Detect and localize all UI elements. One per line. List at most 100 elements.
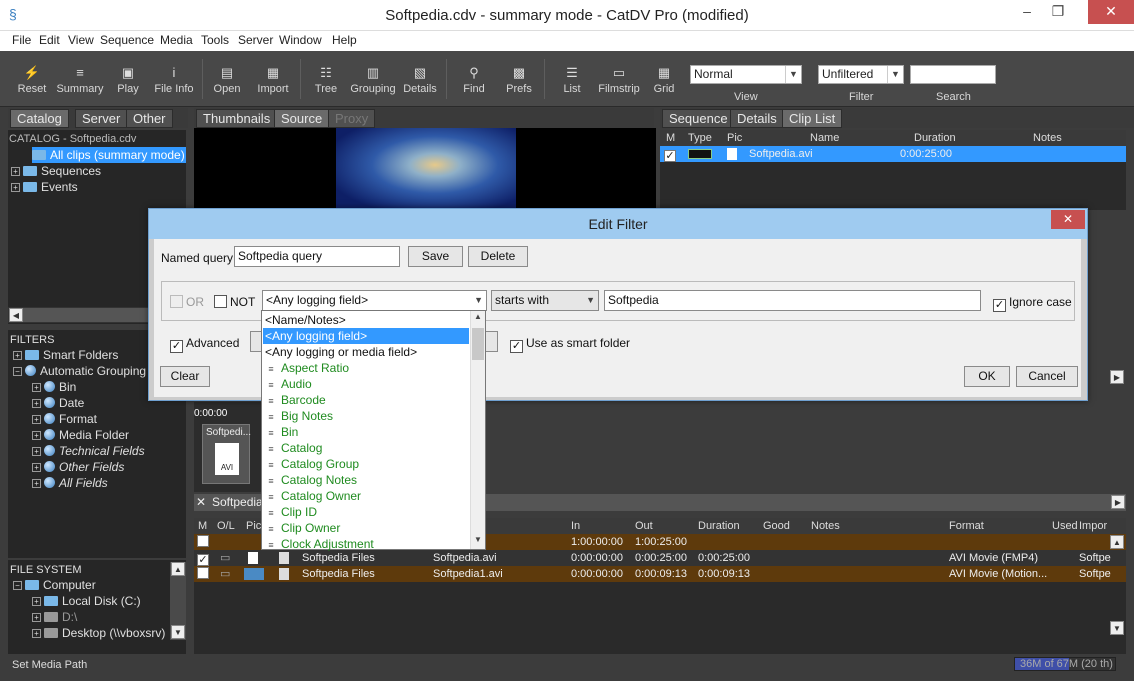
dropdown-option[interactable]: <Any logging field> — [263, 328, 469, 344]
grid-button[interactable]: ▦ Grid — [650, 55, 678, 105]
not-checkbox[interactable]: NOT — [214, 295, 255, 309]
minimize-icon[interactable]: – — [1012, 0, 1042, 24]
dropdown-option[interactable]: ≡ Barcode — [263, 392, 469, 408]
tab-details[interactable]: Details — [730, 109, 784, 128]
scroll-up-icon[interactable]: ▲ — [1110, 535, 1124, 549]
menu-help[interactable]: Help — [332, 33, 357, 47]
close-icon[interactable]: ✕ — [1088, 0, 1134, 24]
menu-view[interactable]: View — [68, 33, 94, 47]
dropdown-option[interactable]: ≡ Clip ID — [263, 504, 469, 520]
list-button[interactable]: ☰ List — [558, 55, 586, 105]
clip-thumbnail[interactable]: Softpedi... AVI — [202, 424, 251, 484]
clip-list-row[interactable]: ✓ Softpedia.avi 0:00:25:00 — [660, 146, 1126, 162]
menu-file[interactable]: File — [12, 33, 31, 47]
table-row[interactable]: ✓ ▭ Softpedia Files Softpedia.avi 0:00:0… — [194, 550, 1126, 566]
field-select[interactable]: <Any logging field> ▼ — [262, 290, 487, 311]
hidden-button[interactable] — [485, 331, 498, 352]
fs-computer[interactable]: − Computer — [13, 577, 96, 593]
ignore-case-checkbox[interactable]: ✓ Ignore case — [993, 295, 1072, 312]
scroll-down-icon[interactable]: ▼ — [472, 535, 484, 547]
menu-server[interactable]: Server — [238, 33, 273, 47]
play-button[interactable]: ▣ Play — [112, 55, 144, 105]
cancel-button[interactable]: Cancel — [1016, 366, 1078, 387]
tab-source[interactable]: Source — [274, 109, 330, 128]
filter-select[interactable]: Unfiltered ▼ — [818, 65, 904, 84]
dialog-close-icon[interactable]: ✕ — [1051, 210, 1085, 229]
summary-button[interactable]: ≡ Summary — [56, 55, 104, 105]
dropdown-option[interactable]: ≡ Big Notes — [263, 408, 469, 424]
reset-button[interactable]: ⚡ Reset — [14, 55, 50, 105]
filter-format[interactable]: + Format — [32, 411, 97, 427]
tab-thumbnails[interactable]: Thumbnails — [196, 109, 278, 128]
dropdown-option[interactable]: ≡ Clock Adjustment — [263, 536, 469, 552]
file-info-button[interactable]: i File Info — [152, 55, 196, 105]
or-checkbox[interactable]: OR — [170, 295, 204, 309]
video-preview[interactable] — [194, 128, 656, 210]
filter-smart-folders[interactable]: + Smart Folders — [13, 347, 118, 363]
menu-sequence[interactable]: Sequence — [100, 33, 154, 47]
scroll-right-icon[interactable]: ▶ — [1111, 495, 1125, 509]
menu-window[interactable]: Window — [279, 33, 322, 47]
filter-technical-fields[interactable]: + Technical Fields — [32, 443, 145, 459]
import-button[interactable]: ▦ Import — [254, 55, 292, 105]
catalog-item-sequences[interactable]: + Sequences — [11, 163, 101, 179]
find-button[interactable]: ⚲ Find — [460, 55, 488, 105]
tab-proxy[interactable]: Proxy — [328, 109, 376, 128]
tab-server[interactable]: Server — [75, 109, 128, 128]
filter-other-fields[interactable]: + Other Fields — [32, 459, 124, 475]
menu-tools[interactable]: Tools — [201, 33, 229, 47]
fs-d-drive[interactable]: + D:\ — [32, 609, 77, 625]
row-checkbox[interactable]: ✓ — [197, 550, 209, 566]
filter-automatic-grouping[interactable]: − Automatic Grouping — [13, 363, 146, 379]
tree-button[interactable]: ☷ Tree — [310, 55, 342, 105]
scroll-thumb[interactable] — [472, 328, 484, 360]
scroll-down-icon[interactable]: ▼ — [171, 625, 185, 639]
delete-button[interactable]: Delete — [468, 246, 528, 267]
dropdown-option[interactable]: ≡ Audio — [263, 376, 469, 392]
filter-bin[interactable]: + Bin — [32, 379, 76, 395]
tab-clip-list[interactable]: Clip List — [782, 109, 843, 128]
view-select[interactable]: Normal ▼ — [690, 65, 802, 84]
scroll-left-icon[interactable]: ◀ — [9, 308, 23, 322]
filmstrip-button[interactable]: ▭ Filmstrip — [596, 55, 642, 105]
dropdown-option[interactable]: ≡ Aspect Ratio — [263, 360, 469, 376]
row-checkbox[interactable] — [197, 566, 209, 582]
operator-select[interactable]: starts with ▼ — [491, 290, 599, 311]
open-button[interactable]: ▤ Open — [210, 55, 244, 105]
dropdown-option[interactable]: ≡ Bin — [263, 424, 469, 440]
dropdown-option[interactable]: ≡ Catalog Notes — [263, 472, 469, 488]
fs-desktop[interactable]: + Desktop (\\vboxsrv) — [32, 625, 165, 641]
dropdown-option[interactable]: <Name/Notes> — [263, 312, 469, 328]
restore-icon[interactable]: ❐ — [1043, 0, 1073, 24]
scroll-down-icon[interactable]: ▼ — [1110, 621, 1124, 635]
clear-button[interactable]: Clear — [160, 366, 210, 387]
scroll-up-icon[interactable]: ▲ — [171, 562, 185, 576]
advanced-checkbox[interactable]: ✓ Advanced — [170, 336, 239, 353]
ok-button[interactable]: OK — [964, 366, 1010, 387]
save-button[interactable]: Save — [408, 246, 463, 267]
scroll-up-icon[interactable]: ▲ — [472, 312, 484, 324]
prefs-button[interactable]: ▩ Prefs — [502, 55, 536, 105]
smart-folder-checkbox[interactable]: ✓ Use as smart folder — [510, 336, 630, 353]
scroll-right-icon[interactable]: ▶ — [1110, 370, 1124, 384]
tab-catalog[interactable]: Catalog — [10, 109, 69, 128]
row-checkbox[interactable] — [197, 534, 209, 550]
filter-all-fields[interactable]: + All Fields — [32, 475, 108, 491]
table-row[interactable]: ▭ Softpedia Files Softpedia1.avi 0:00:00… — [194, 566, 1126, 582]
tab-sequence[interactable]: Sequence — [662, 109, 735, 128]
search-input[interactable] — [910, 65, 996, 84]
menu-media[interactable]: Media — [160, 33, 193, 47]
dropdown-option[interactable]: <Any logging or media field> — [263, 344, 469, 360]
filter-media-folder[interactable]: + Media Folder — [32, 427, 129, 443]
dropdown-scrollbar[interactable]: ▲ ▼ — [470, 311, 485, 549]
details-button[interactable]: ▧ Details — [402, 55, 438, 105]
catalog-item-all-clips[interactable]: All clips (summary mode) — [32, 147, 186, 163]
dropdown-option[interactable]: ≡ Catalog Group — [263, 456, 469, 472]
dropdown-option[interactable]: ≡ Catalog Owner — [263, 488, 469, 504]
bottom-tab-label[interactable]: Softpedia — [212, 495, 263, 509]
value-input[interactable]: Softpedia — [604, 290, 981, 311]
dropdown-option[interactable]: ≡ Clip Owner — [263, 520, 469, 536]
fs-local-disk[interactable]: + Local Disk (C:) — [32, 593, 141, 609]
filter-date[interactable]: + Date — [32, 395, 84, 411]
marked-checkbox[interactable]: ✓ — [664, 146, 676, 162]
